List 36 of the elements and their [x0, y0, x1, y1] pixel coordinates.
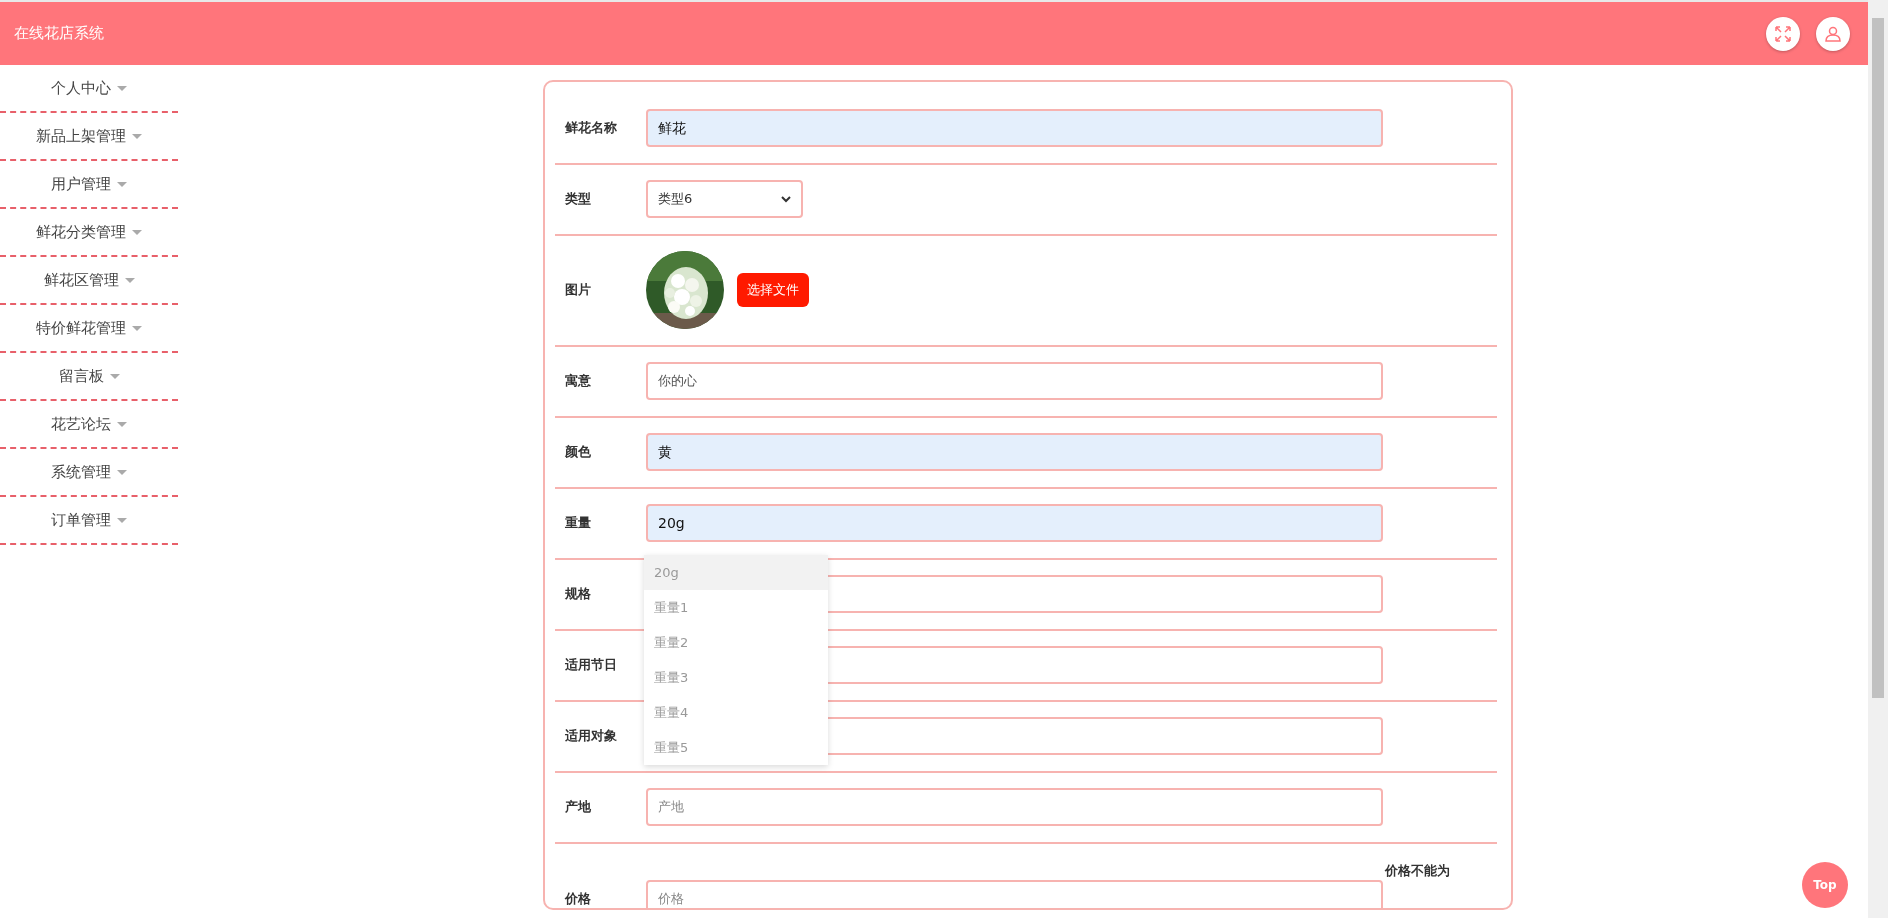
field-label: 价格	[565, 890, 592, 908]
choose-file-button[interactable]: 选择文件	[737, 273, 809, 307]
input-field[interactable]: 鲜花	[646, 109, 1383, 147]
input-field[interactable]: 产地	[646, 788, 1383, 826]
field-label: 类型	[565, 190, 592, 209]
user-icon[interactable]	[1816, 16, 1850, 51]
field-label: 图片	[565, 281, 592, 300]
scrollbar-thumb[interactable]	[1872, 18, 1884, 698]
sidebar-item[interactable]: 花艺论坛	[0, 401, 178, 449]
field-label: 寓意	[565, 372, 592, 391]
field-label: 鲜花名称	[565, 119, 618, 138]
input-field[interactable]: 黄	[646, 433, 1383, 471]
input-field[interactable]: 价格	[646, 880, 1383, 908]
field-label: 适用对象	[565, 727, 618, 746]
field-label: 颜色	[565, 443, 592, 462]
input-field[interactable]: 20g	[646, 504, 1383, 542]
sidebar-item[interactable]: 新品上架管理	[0, 113, 178, 161]
field-label: 重量	[565, 514, 592, 533]
sidebar-item[interactable]: 个人中心	[0, 65, 178, 113]
fullscreen-icon[interactable]	[1766, 16, 1800, 51]
sidebar-item[interactable]: 鲜花区管理	[0, 257, 178, 305]
error-message: 价格不能为	[1385, 862, 1451, 880]
field-label: 适用节日	[565, 656, 618, 675]
field-label: 规格	[565, 585, 592, 604]
sidebar-item[interactable]: 系统管理	[0, 449, 178, 497]
chevron-down-icon	[781, 195, 791, 203]
app-title: 在线花店系统	[14, 23, 104, 45]
sidebar-item[interactable]: 鲜花分类管理	[0, 209, 178, 257]
sidebar-item[interactable]: 留言板	[0, 353, 178, 401]
sidebar-item[interactable]: 用户管理	[0, 161, 178, 209]
sidebar-item[interactable]: 特价鲜花管理	[0, 305, 178, 353]
input-field[interactable]: 你的心	[646, 362, 1383, 400]
type-select[interactable]: 类型6	[646, 180, 803, 218]
scrollbar-track[interactable]	[1868, 0, 1888, 918]
sidebar-item[interactable]: 订单管理	[0, 497, 178, 545]
field-label: 产地	[565, 798, 592, 817]
